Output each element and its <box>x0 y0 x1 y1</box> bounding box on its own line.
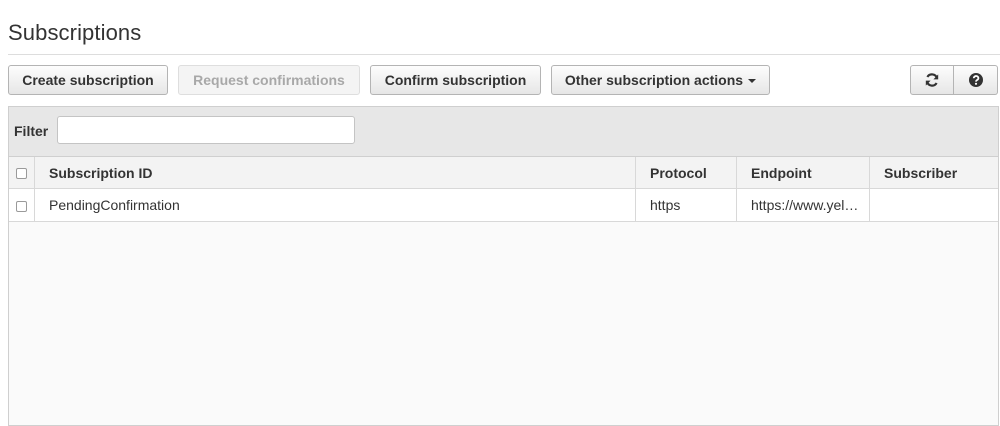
column-header-subscription-id[interactable]: Subscription ID <box>34 157 636 189</box>
table-header-row: Subscription ID Protocol Endpoint Subscr… <box>9 157 998 189</box>
column-header-subscriber[interactable]: Subscriber <box>869 157 998 189</box>
subscriptions-panel: Filter Subscription ID Protocol Endpoint… <box>8 106 999 426</box>
confirm-subscription-button[interactable]: Confirm subscription <box>370 65 541 95</box>
select-all-cell <box>9 157 35 189</box>
filter-input[interactable] <box>57 116 355 144</box>
page-title: Subscriptions <box>8 20 142 45</box>
endpoint-text: https://www.yel… <box>751 197 859 213</box>
column-header-protocol[interactable]: Protocol <box>635 157 737 189</box>
filter-label: Filter <box>14 123 49 139</box>
help-icon <box>968 73 983 87</box>
refresh-icon <box>925 73 939 87</box>
row-select-cell <box>9 188 35 222</box>
table-row[interactable]: PendingConfirmation https https://www.ye… <box>9 188 998 222</box>
subscription-id-cell[interactable]: PendingConfirmation <box>34 188 636 222</box>
column-header-endpoint[interactable]: Endpoint <box>736 157 870 189</box>
toolbar: Create subscription Request confirmation… <box>0 65 1000 97</box>
subscriber-cell <box>869 188 998 222</box>
request-confirmations-button[interactable]: Request confirmations <box>178 65 360 95</box>
endpoint-cell: https://www.yel… <box>736 188 870 222</box>
select-all-checkbox[interactable] <box>16 168 27 180</box>
refresh-button[interactable] <box>910 65 954 95</box>
other-actions-label: Other subscription actions <box>564 72 744 88</box>
filter-bar: Filter <box>9 107 998 157</box>
row-checkbox[interactable] <box>16 200 27 212</box>
subscriptions-table: Subscription ID Protocol Endpoint Subscr… <box>9 157 998 222</box>
caret-down-icon <box>748 79 757 83</box>
protocol-cell: https <box>635 188 737 222</box>
help-button[interactable] <box>954 65 998 95</box>
create-subscription-button[interactable]: Create subscription <box>8 65 168 95</box>
icon-button-group <box>910 65 998 95</box>
title-divider <box>8 54 1000 55</box>
other-subscription-actions-dropdown[interactable]: Other subscription actions <box>551 65 770 95</box>
